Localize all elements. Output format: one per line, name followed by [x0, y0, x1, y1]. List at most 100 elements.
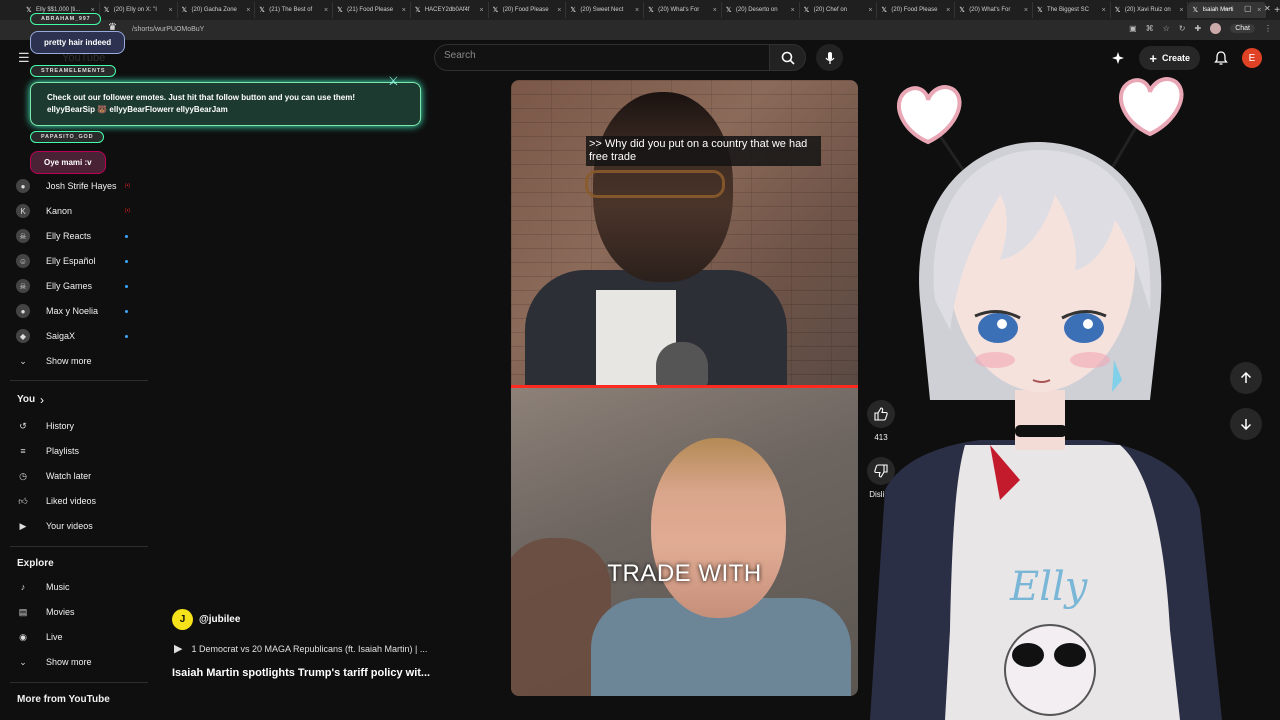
browser-tab[interactable]: 𝕏 (20) Xavi Ruiz on ×	[1111, 2, 1189, 18]
menu-dots-icon[interactable]: ⋮	[1264, 24, 1272, 33]
user-icon: ●	[16, 179, 30, 193]
account-avatar[interactable]: E	[1242, 48, 1262, 68]
previous-short-button[interactable]	[1230, 362, 1262, 394]
plus-icon: +	[1149, 50, 1157, 66]
live-indicator-icon: (•)	[124, 183, 130, 189]
tab-close-icon[interactable]: ×	[946, 7, 950, 14]
tab-favicon-icon: 𝕏	[570, 6, 576, 14]
puzzle-icon[interactable]: ✚	[1195, 24, 1202, 33]
search-icon	[781, 51, 795, 65]
browser-tab[interactable]: 𝕏 The Biggest SC ×	[1033, 2, 1111, 18]
sidebar-item-subscription[interactable]: ● Max y Noelia	[16, 301, 136, 321]
profile-avatar-icon[interactable]	[1210, 23, 1222, 34]
voice-search-button[interactable]	[816, 44, 843, 71]
sidebar-item-explore[interactable]: ◉ Live	[16, 627, 136, 647]
translate-icon[interactable]: ⌘	[1146, 24, 1154, 33]
browser-tab[interactable]: 𝕏 (20) What's For ×	[644, 2, 722, 18]
listener-head	[651, 438, 786, 618]
sidebar-item-subscription[interactable]: ☺ Elly Español	[16, 251, 136, 271]
browser-tab[interactable]: 𝕏 (20) Chef on ×	[800, 2, 878, 18]
sidebar-item-label: Show more	[46, 657, 92, 667]
close-window-button[interactable]: ✕	[1264, 4, 1271, 13]
browser-tab[interactable]: 𝕏 (20) Sweet Nect ×	[566, 2, 645, 18]
browser-tab[interactable]: 𝕏 (20) Food Please ×	[489, 2, 567, 18]
tab-close-icon[interactable]: ×	[480, 7, 484, 14]
tab-close-icon[interactable]: ×	[868, 7, 872, 14]
tab-close-icon[interactable]: ×	[791, 7, 795, 14]
new-tab-button[interactable]: +	[1274, 5, 1280, 16]
short-title[interactable]: Isaiah Martin spotlights Trump's tariff …	[172, 667, 430, 679]
sidebar-item-you[interactable]: ▶ Your videos	[16, 516, 136, 536]
sidebar-item-you[interactable]: ◷ Watch later	[16, 466, 136, 486]
browser-tab[interactable]: 𝕏 (21) The Best of ×	[255, 2, 334, 18]
tab-label: (20) Sweet Nect	[580, 7, 624, 13]
chevron-down-icon: ⌄	[19, 656, 27, 667]
url-field[interactable]: /shorts/wurPUOMoBuY	[132, 26, 204, 33]
bookmark-star-icon[interactable]: ☆	[1163, 24, 1170, 33]
tab-close-icon[interactable]: ×	[168, 7, 172, 14]
tab-close-icon[interactable]: ×	[246, 7, 250, 14]
related-video-link[interactable]: ▶ 1 Democrat vs 20 MAGA Republicans (ft.…	[174, 642, 427, 655]
sidebar-item-label: Liked videos	[46, 496, 97, 506]
sidebar-item-explore[interactable]: ▤ Movies	[16, 602, 136, 622]
browser-tab[interactable]: 𝕏 HACEY2db0Af4f ×	[411, 2, 489, 18]
short-video-player[interactable]: >> Why did you put on a country that we …	[511, 80, 858, 696]
sparkle-icon[interactable]	[1111, 51, 1125, 65]
chat-button[interactable]: Chat	[1230, 24, 1255, 33]
tab-label: (20) Elly on X: "I	[113, 7, 157, 13]
sidebar-item-label: SaigaX	[46, 331, 76, 341]
next-short-button[interactable]	[1230, 408, 1262, 440]
channel-handle[interactable]: @jubilee	[199, 614, 240, 625]
channel-avatar[interactable]: J	[172, 609, 193, 630]
sidebar-item-subscription[interactable]: K Kanon (•)	[16, 201, 136, 221]
hamburger-menu-icon[interactable]: ☰	[18, 50, 30, 66]
play-box-icon: ▶	[19, 520, 27, 531]
tab-close-icon[interactable]: ×	[402, 7, 406, 14]
k-icon: K	[16, 204, 30, 218]
browser-tab[interactable]: 𝕏 (20) Deserto on ×	[722, 2, 800, 18]
search-button[interactable]	[769, 44, 806, 71]
chat-message: Oye mami :v	[30, 151, 106, 174]
maximize-button[interactable]: ▢	[1244, 4, 1252, 13]
sidebar-item-subscription[interactable]: ◆ SaigaX	[16, 326, 136, 346]
tab-close-icon[interactable]: ×	[557, 7, 561, 14]
tab-close-icon[interactable]: ×	[1102, 7, 1106, 14]
search-input[interactable]: Search	[434, 44, 770, 71]
channel-info[interactable]: J @jubilee	[172, 609, 240, 630]
show-more-button[interactable]: ⌄ Show more	[16, 652, 136, 672]
sidebar-item-you[interactable]: ↺ History	[16, 416, 136, 436]
new-content-dot	[125, 309, 128, 313]
sidebar-item-label: Watch later	[46, 471, 92, 481]
notifications-bell-icon[interactable]	[1214, 50, 1228, 66]
browser-tab[interactable]: 𝕏 (21) Food Please ×	[333, 2, 411, 18]
tab-close-icon[interactable]: ×	[1257, 7, 1261, 14]
extension-icon[interactable]: ▣	[1129, 24, 1137, 33]
tab-close-icon[interactable]: ×	[713, 7, 717, 14]
sidebar-item-subscription[interactable]: ● Josh Strife Hayes (•)	[16, 176, 136, 196]
show-more-button[interactable]: ⌄ Show more	[16, 351, 136, 371]
minimize-button[interactable]: —	[1224, 4, 1232, 13]
tab-close-icon[interactable]: ×	[1179, 7, 1183, 14]
create-button[interactable]: + Create	[1139, 46, 1200, 70]
arrow-down-icon	[1240, 419, 1252, 430]
browser-tab[interactable]: 𝕏 (20) What's For ×	[955, 2, 1033, 18]
chat-username-badge: STREAMELEMENTS	[30, 65, 117, 77]
tab-close-icon[interactable]: ×	[635, 7, 639, 14]
browser-tab[interactable]: 𝕏 (20) Food Please ×	[877, 2, 956, 18]
browser-tab[interactable]: 𝕏 (20) Gacha Zone ×	[178, 2, 256, 18]
sidebar-item-subscription[interactable]: ☠ Elly Reacts	[16, 226, 136, 246]
tab-label: (20) Food Please	[502, 7, 549, 13]
sidebar-item-you[interactable]: ≡ Playlists	[16, 441, 136, 461]
tab-label: HACEY2db0Af4f	[424, 7, 470, 13]
microphone-prop	[656, 342, 708, 387]
browser-tab[interactable]: 𝕏 (20) Elly on X: "I ×	[100, 2, 178, 18]
sidebar-item-explore[interactable]: ♪ Music	[16, 577, 136, 597]
tab-close-icon[interactable]: ×	[324, 7, 328, 14]
sidebar-item-subscription[interactable]: ☠ Elly Games	[16, 276, 136, 296]
sidebar-item-label: Kanon	[46, 206, 73, 216]
sidebar-item-you[interactable]: 👍︎ Liked videos	[16, 491, 136, 511]
sidebar-explore-header: Explore	[17, 558, 54, 569]
thumbs-up-icon: 👍︎	[18, 495, 28, 506]
refresh-icon[interactable]: ↻	[1179, 24, 1186, 33]
tab-close-icon[interactable]: ×	[1024, 7, 1028, 14]
